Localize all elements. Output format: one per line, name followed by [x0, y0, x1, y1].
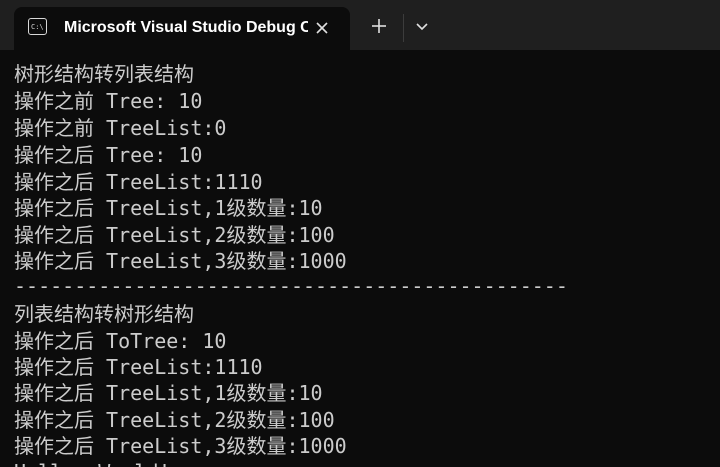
console-line: 操作之后 TreeList,1级数量:10 — [14, 381, 323, 405]
console-line: 操作之后 TreeList,3级数量:1000 — [14, 249, 347, 273]
tab-title: Microsoft Visual Studio Debug Console — [64, 19, 308, 36]
console-line: 操作之后 TreeList:1110 — [14, 355, 263, 379]
separator-line: ----------------------------------------… — [14, 274, 568, 298]
console-line: 操作之前 Tree: 10 — [14, 89, 203, 113]
console-app-icon: C:\ — [28, 18, 47, 35]
tab-divider — [403, 14, 404, 42]
close-icon[interactable] — [311, 17, 333, 39]
console-line: 操作之前 TreeList:0 — [14, 116, 227, 140]
terminal-window: C:\ Microsoft Visual Studio Debug Consol… — [0, 0, 720, 467]
console-line: 操作之后 TreeList,2级数量:100 — [14, 223, 335, 247]
console-line: 操作之后 TreeList,3级数量:1000 — [14, 434, 347, 458]
chevron-down-icon[interactable] — [412, 17, 432, 37]
tab-debug-console[interactable]: C:\ Microsoft Visual Studio Debug Consol… — [14, 7, 350, 50]
svg-text:C:\: C:\ — [31, 23, 44, 31]
console-line: Hello, World! — [14, 459, 171, 467]
plus-icon[interactable] — [368, 15, 390, 37]
console-line: 操作之后 Tree: 10 — [14, 143, 203, 167]
console-line: 树形结构转列表结构 — [14, 62, 194, 86]
console-line: 列表结构转树形结构 — [14, 302, 194, 326]
console-line: 操作之后 TreeList:1110 — [14, 170, 263, 194]
console-line: 操作之后 ToTree: 10 — [14, 329, 227, 353]
console-line: 操作之后 TreeList,1级数量:10 — [14, 196, 323, 220]
console-line: 操作之后 TreeList,2级数量:100 — [14, 408, 335, 432]
title-bar: C:\ Microsoft Visual Studio Debug Consol… — [0, 0, 720, 50]
console-output[interactable]: 树形结构转列表结构 操作之前 Tree: 10 操作之前 TreeList:0 … — [0, 61, 720, 467]
